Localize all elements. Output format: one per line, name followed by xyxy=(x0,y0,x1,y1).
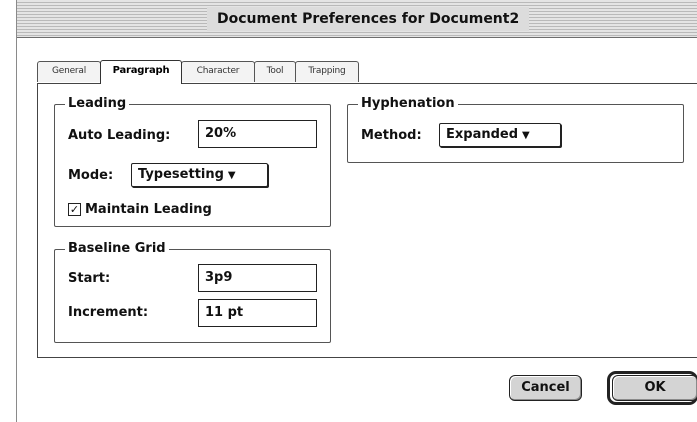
tab-paragraph[interactable]: Paragraph xyxy=(100,60,182,84)
leading-legend: Leading xyxy=(65,96,130,112)
hyphenation-group: Hyphenation Method: Expanded ▼ xyxy=(347,96,684,163)
baseline-grid-group: Baseline Grid Start: 3p9 Increment: 11 p… xyxy=(54,241,331,343)
auto-leading-field[interactable]: 20% xyxy=(198,120,317,148)
mode-label: Mode: xyxy=(68,168,114,183)
increment-field[interactable]: 11 pt xyxy=(198,299,317,327)
chevron-down-icon: ▼ xyxy=(522,130,530,141)
increment-label: Increment: xyxy=(68,305,149,320)
leading-group: Leading Auto Leading: 20% Mode: Typesett… xyxy=(54,96,331,227)
ok-button[interactable]: OK xyxy=(612,375,697,401)
hyphenation-legend: Hyphenation xyxy=(358,96,458,112)
method-label: Method: xyxy=(361,128,422,143)
mode-popup[interactable]: Typesetting ▼ xyxy=(131,163,268,187)
method-popup[interactable]: Expanded ▼ xyxy=(439,123,561,147)
start-label: Start: xyxy=(68,271,111,286)
baseline-grid-legend: Baseline Grid xyxy=(65,241,169,257)
tab-general[interactable]: General xyxy=(37,61,101,82)
chevron-down-icon: ▼ xyxy=(227,170,236,181)
maintain-leading-label[interactable]: Maintain Leading xyxy=(85,202,212,218)
tab-character[interactable]: Character xyxy=(181,61,255,82)
method-value: Expanded xyxy=(446,127,519,142)
tab-trapping[interactable]: Trapping xyxy=(295,61,359,82)
tab-tool[interactable]: Tool xyxy=(254,61,296,82)
cancel-button[interactable]: Cancel xyxy=(509,375,582,401)
title-bar[interactable]: Document Preferences for Document2 xyxy=(17,0,697,38)
mode-value: Typesetting xyxy=(138,167,224,182)
paragraph-panel: Leading Auto Leading: 20% Mode: Typesett… xyxy=(37,83,697,358)
start-field[interactable]: 3p9 xyxy=(198,264,317,292)
maintain-leading-checkbox[interactable]: ✓ xyxy=(68,203,81,216)
preferences-dialog: Document Preferences for Document2 Gener… xyxy=(16,0,697,422)
auto-leading-label: Auto Leading: xyxy=(68,128,171,143)
window-title: Document Preferences for Document2 xyxy=(207,7,530,31)
